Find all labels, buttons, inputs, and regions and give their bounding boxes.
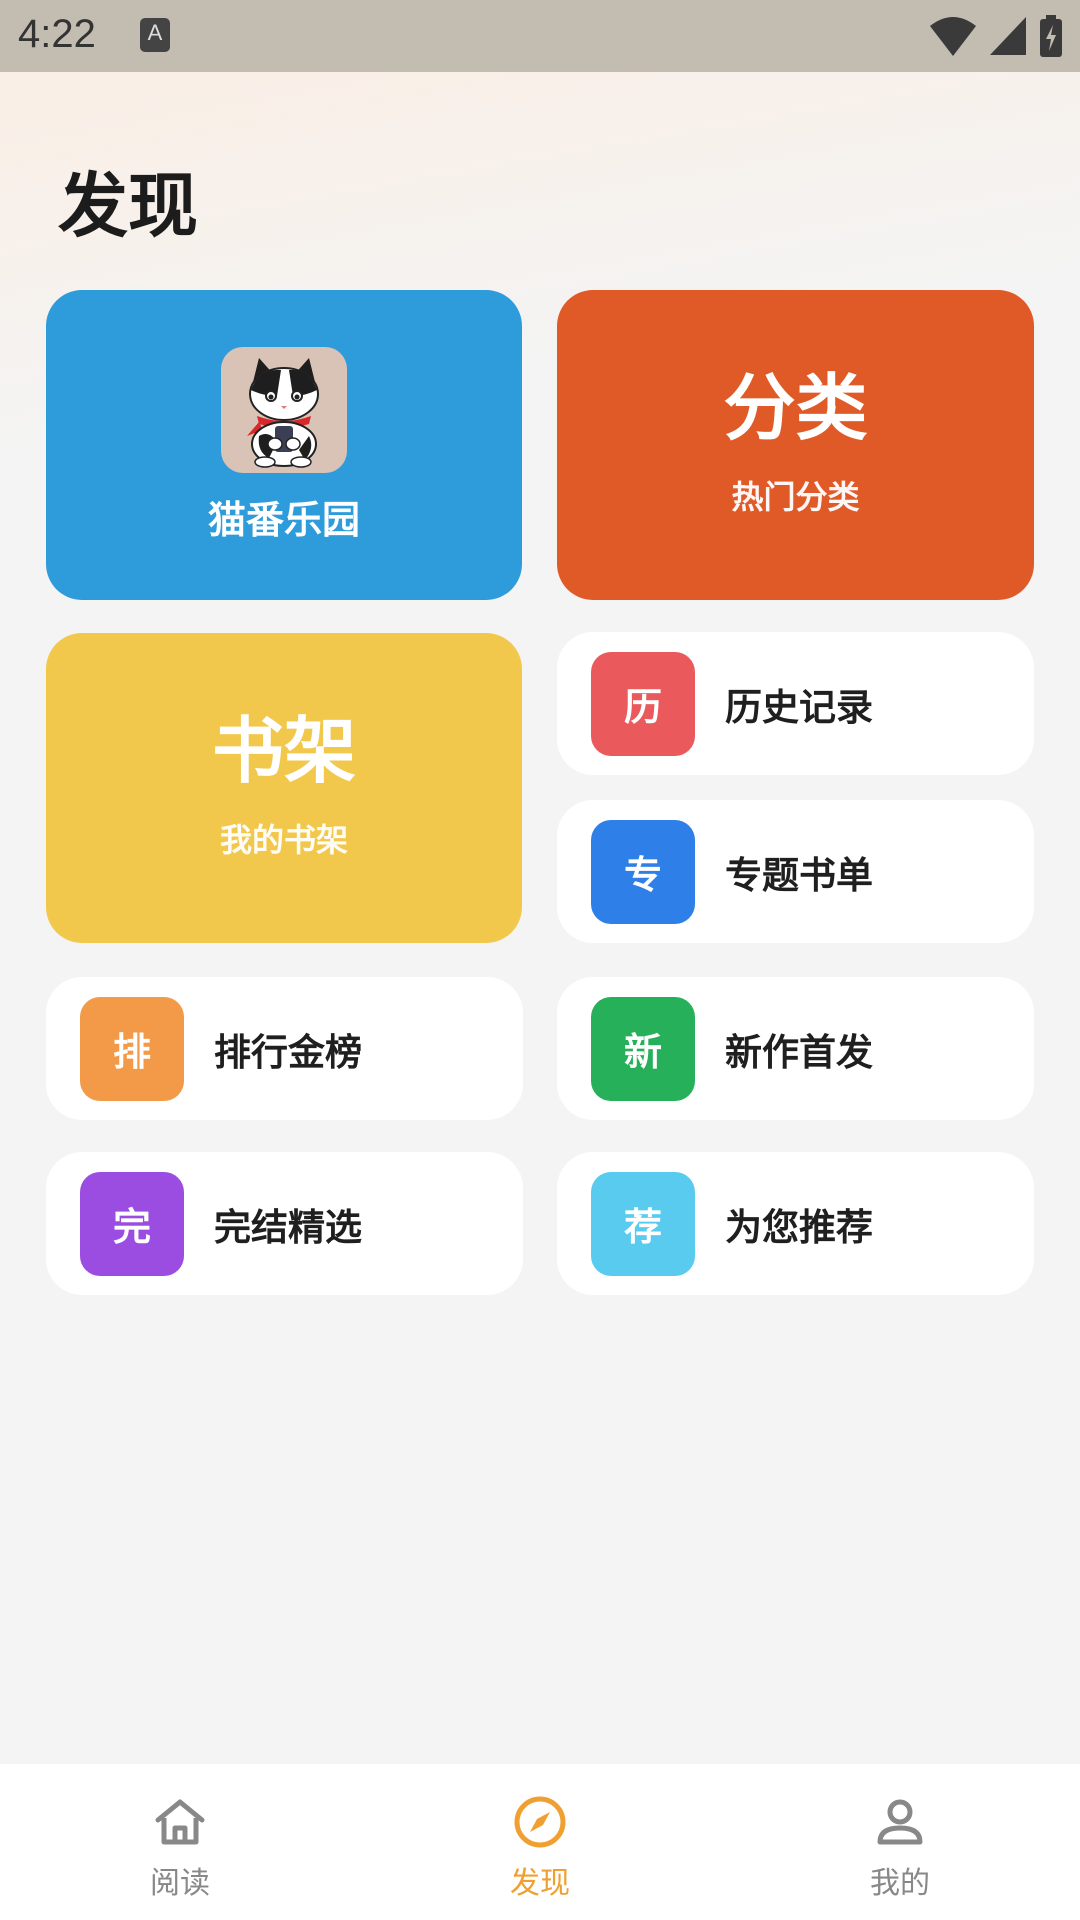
- category-title: 分类: [723, 366, 868, 450]
- topic-list-label: 专题书单: [725, 853, 873, 897]
- bookshelf-subtitle: 我的书架: [219, 821, 348, 859]
- bottom-nav: 阅读 发现 我的: [0, 1764, 1080, 1920]
- status-time: 4:22: [18, 12, 96, 56]
- completed-badge: 完: [80, 1171, 184, 1276]
- nav-label-discover: 发现: [510, 1866, 570, 1901]
- cat-avatar: [221, 346, 347, 473]
- notification-a-icon: A: [140, 18, 170, 52]
- status-icons: [930, 14, 1062, 58]
- wifi-icon: [930, 17, 976, 56]
- page-title: 发现: [58, 165, 198, 247]
- page-background: [0, 0, 1080, 1920]
- new-release-label: 新作首发: [725, 1030, 873, 1074]
- user-icon: [877, 1799, 923, 1845]
- nav-tab-read[interactable]: 阅读: [80, 1764, 280, 1920]
- bookshelf-title: 书架: [211, 709, 356, 793]
- signal-icon: [990, 17, 1026, 55]
- ranking-label: 排行金榜: [214, 1030, 362, 1074]
- nav-label-mine: 我的: [870, 1866, 930, 1901]
- nav-tab-discover[interactable]: 发现: [440, 1764, 640, 1920]
- cat-park-card[interactable]: 猫番乐园: [46, 290, 522, 600]
- nav-tab-mine[interactable]: 我的: [800, 1764, 1000, 1920]
- topic-list-card[interactable]: 专 专题书单: [557, 800, 1034, 943]
- new-release-card[interactable]: 新 新作首发: [557, 977, 1034, 1120]
- history-label: 历史记录: [725, 685, 873, 729]
- home-icon: [155, 1799, 205, 1845]
- battery-icon: [1040, 15, 1062, 57]
- cat-park-label: 猫番乐园: [207, 497, 360, 542]
- recommend-badge: 荐: [591, 1171, 695, 1276]
- new-release-badge: 新: [591, 996, 695, 1101]
- completed-label: 完结精选: [214, 1205, 362, 1249]
- recommend-label: 为您推荐: [725, 1205, 873, 1249]
- status-bar: 4:22 A: [0, 0, 1080, 72]
- topic-list-badge: 专: [591, 819, 695, 924]
- category-subtitle: 热门分类: [731, 478, 860, 516]
- bookshelf-card[interactable]: 书架 我的书架: [46, 633, 522, 943]
- compass-icon: [514, 1796, 566, 1848]
- category-card[interactable]: 分类 热门分类: [557, 290, 1034, 600]
- history-card[interactable]: 历 历史记录: [557, 632, 1034, 775]
- recommend-card[interactable]: 荐 为您推荐: [557, 1152, 1034, 1295]
- nav-label-read: 阅读: [150, 1866, 210, 1901]
- ranking-badge: 排: [80, 996, 184, 1101]
- ranking-card[interactable]: 排 排行金榜: [46, 977, 523, 1120]
- cat-icon: [247, 357, 319, 468]
- completed-card[interactable]: 完 完结精选: [46, 1152, 523, 1295]
- history-badge: 历: [591, 651, 695, 756]
